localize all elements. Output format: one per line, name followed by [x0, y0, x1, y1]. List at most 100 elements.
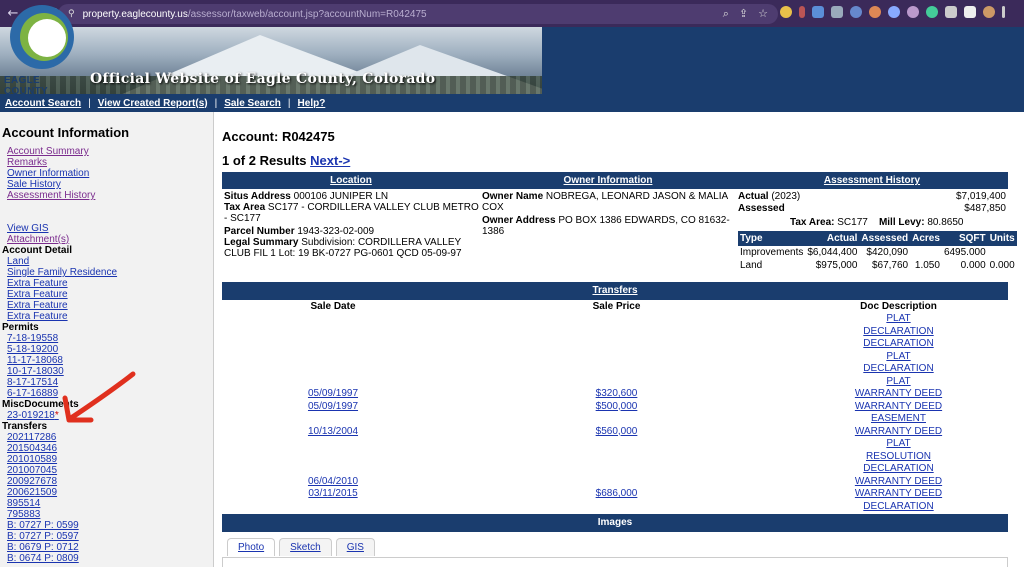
detail-link[interactable]: Land	[2, 256, 213, 267]
detail-link[interactable]: Extra Feature	[2, 311, 213, 322]
transfer-link[interactable]: 200927678	[2, 476, 213, 487]
doc-description-link[interactable]: PLAT	[886, 351, 910, 362]
transfer-link[interactable]: 201504346	[2, 443, 213, 454]
transfers-header[interactable]: Transfers	[222, 282, 1008, 300]
detail-link[interactable]: Extra Feature	[2, 289, 213, 300]
doc-description-link[interactable]: DECLARATION	[863, 463, 933, 474]
transfer-link[interactable]: 201007045	[2, 465, 213, 476]
detail-link[interactable]: Extra Feature	[2, 278, 213, 289]
tab-photo[interactable]: Photo	[227, 538, 276, 556]
transfer-row: PLAT	[222, 438, 1008, 451]
transfer-link[interactable]: 895514	[2, 498, 213, 509]
tab-sketch[interactable]: Sketch	[279, 538, 332, 556]
extension-icon[interactable]	[780, 6, 792, 18]
doc-description-link[interactable]: DECLARATION	[863, 501, 933, 512]
doc-description-link[interactable]: RESOLUTION	[866, 451, 931, 462]
profile-avatar-icon[interactable]	[983, 6, 995, 18]
sale-price-link[interactable]: $500,000	[596, 401, 638, 412]
nav-view-reports[interactable]: View Created Report(s)	[98, 98, 208, 109]
extension-icon[interactable]	[799, 6, 805, 18]
zoom-icon[interactable]: ⌕	[723, 7, 729, 21]
transfer-link[interactable]: 200621509	[2, 487, 213, 498]
extension-icon[interactable]	[888, 6, 900, 18]
doc-description-link[interactable]: PLAT	[886, 376, 910, 387]
transfer-link[interactable]: 202117286	[2, 432, 213, 443]
transfer-link[interactable]: B: 0727 P: 0597	[2, 531, 213, 542]
transfer-row: DECLARATION	[222, 363, 1008, 376]
transfer-link[interactable]: B: 0679 P: 0712	[2, 542, 213, 553]
doc-description-link[interactable]: WARRANTY DEED	[855, 476, 942, 487]
nav-sale-search[interactable]: Sale Search	[224, 98, 281, 109]
sale-date-link[interactable]: 10/13/2004	[308, 426, 358, 437]
next-result-link[interactable]: Next->	[310, 153, 350, 168]
transfer-link[interactable]: B: 0727 P: 0599	[2, 520, 213, 531]
transfer-row: EASEMENT	[222, 413, 1008, 426]
permit-link[interactable]: 5-18-19200	[2, 344, 213, 355]
doc-description-link[interactable]: WARRANTY DEED	[855, 426, 942, 437]
sale-date-link[interactable]: 05/09/1997	[308, 401, 358, 412]
sidebar-link-attachments[interactable]: Attachment(s)	[2, 234, 213, 245]
extension-icon[interactable]	[869, 6, 881, 18]
doc-description-link[interactable]: WARRANTY DEED	[855, 488, 942, 499]
detail-link[interactable]: Single Family Residence	[2, 267, 213, 278]
sidebar-link-owner-information[interactable]: Owner Information	[2, 168, 213, 179]
sidebar-link-remarks[interactable]: Remarks	[2, 157, 213, 168]
doc-description-link[interactable]: WARRANTY DEED	[855, 401, 942, 412]
table-row: Improvements $6,044,400 $420,090 6495.00…	[740, 247, 986, 258]
share-icon[interactable]: ⇪	[739, 7, 748, 21]
assessed-value: $487,850	[964, 203, 1006, 214]
doc-description-link[interactable]: DECLARATION	[863, 338, 933, 349]
nav-account-search[interactable]: Account Search	[5, 98, 81, 109]
sidebar-link-view-gis[interactable]: View GIS	[2, 223, 213, 234]
sidebar-link-account-summary[interactable]: Account Summary	[2, 146, 213, 157]
sale-price-link[interactable]: $320,600	[596, 388, 638, 399]
extension-icon[interactable]	[926, 6, 938, 18]
actual-label: Actual	[738, 191, 769, 202]
doc-description-link[interactable]: PLAT	[886, 313, 910, 324]
permit-link[interactable]: 7-18-19558	[2, 333, 213, 344]
situs-label: Situs Address	[224, 191, 291, 202]
doc-description-link[interactable]: PLAT	[886, 438, 910, 449]
transfer-row: DECLARATION	[222, 463, 1008, 476]
col-header: Type	[738, 231, 806, 246]
location-header[interactable]: Location	[222, 172, 480, 189]
sale-date-link[interactable]: 06/04/2010	[308, 476, 358, 487]
transfer-link[interactable]: B: 0674 P: 0809	[2, 553, 213, 564]
transfer-link[interactable]: 795883	[2, 509, 213, 520]
doc-description-link[interactable]: DECLARATION	[863, 326, 933, 337]
puzzle-extensions-icon[interactable]	[945, 6, 957, 18]
assessment-header[interactable]: Assessment History	[736, 172, 1008, 189]
col-header: SQFT	[941, 231, 988, 246]
sidebar-link-assessment-history[interactable]: Assessment History	[2, 190, 213, 201]
eagle-county-logo[interactable]: EAGLE COUNTY	[4, 5, 80, 97]
sidebar-panel-icon[interactable]	[964, 6, 976, 18]
address-bar[interactable]: ⚲ property.eaglecounty.us/assessor/taxwe…	[58, 4, 778, 24]
owner-header[interactable]: Owner Information	[480, 172, 736, 189]
detail-link[interactable]: Extra Feature	[2, 300, 213, 311]
owner-panel: Owner Name NOBREGA, LEONARD JASON & MALI…	[482, 191, 732, 237]
account-title: Account: R042475	[222, 129, 335, 144]
extension-icon[interactable]	[831, 6, 843, 18]
nav-help[interactable]: Help?	[298, 98, 326, 109]
lock-icon[interactable]: ⚲	[68, 9, 75, 19]
doc-description-link[interactable]: EASEMENT	[871, 413, 926, 424]
tax-area-label: Tax Area	[224, 202, 266, 213]
sale-price-link[interactable]: $686,000	[596, 488, 638, 499]
menu-kebab-icon[interactable]	[1002, 6, 1005, 18]
legal-label: Legal Summary	[224, 237, 299, 248]
sale-price-link[interactable]: $560,000	[596, 426, 638, 437]
sale-date-link[interactable]: 05/09/1997	[308, 388, 358, 399]
sidebar-link-sale-history[interactable]: Sale History	[2, 179, 213, 190]
extension-icon[interactable]	[907, 6, 919, 18]
sidebar: Account Information Account Summary Rema…	[0, 112, 214, 567]
sale-date-link[interactable]: 03/11/2015	[308, 488, 357, 499]
bookmark-star-icon[interactable]: ☆	[758, 7, 768, 21]
images-header: Images	[222, 514, 1008, 532]
extension-icon[interactable]	[850, 6, 862, 18]
extension-icon[interactable]	[812, 6, 824, 18]
doc-description-link[interactable]: WARRANTY DEED	[855, 388, 942, 399]
tab-gis[interactable]: GIS	[335, 538, 375, 556]
permit-link[interactable]: 11-17-18068	[2, 355, 213, 366]
transfer-link[interactable]: 201010589	[2, 454, 213, 465]
doc-description-link[interactable]: DECLARATION	[863, 363, 933, 374]
